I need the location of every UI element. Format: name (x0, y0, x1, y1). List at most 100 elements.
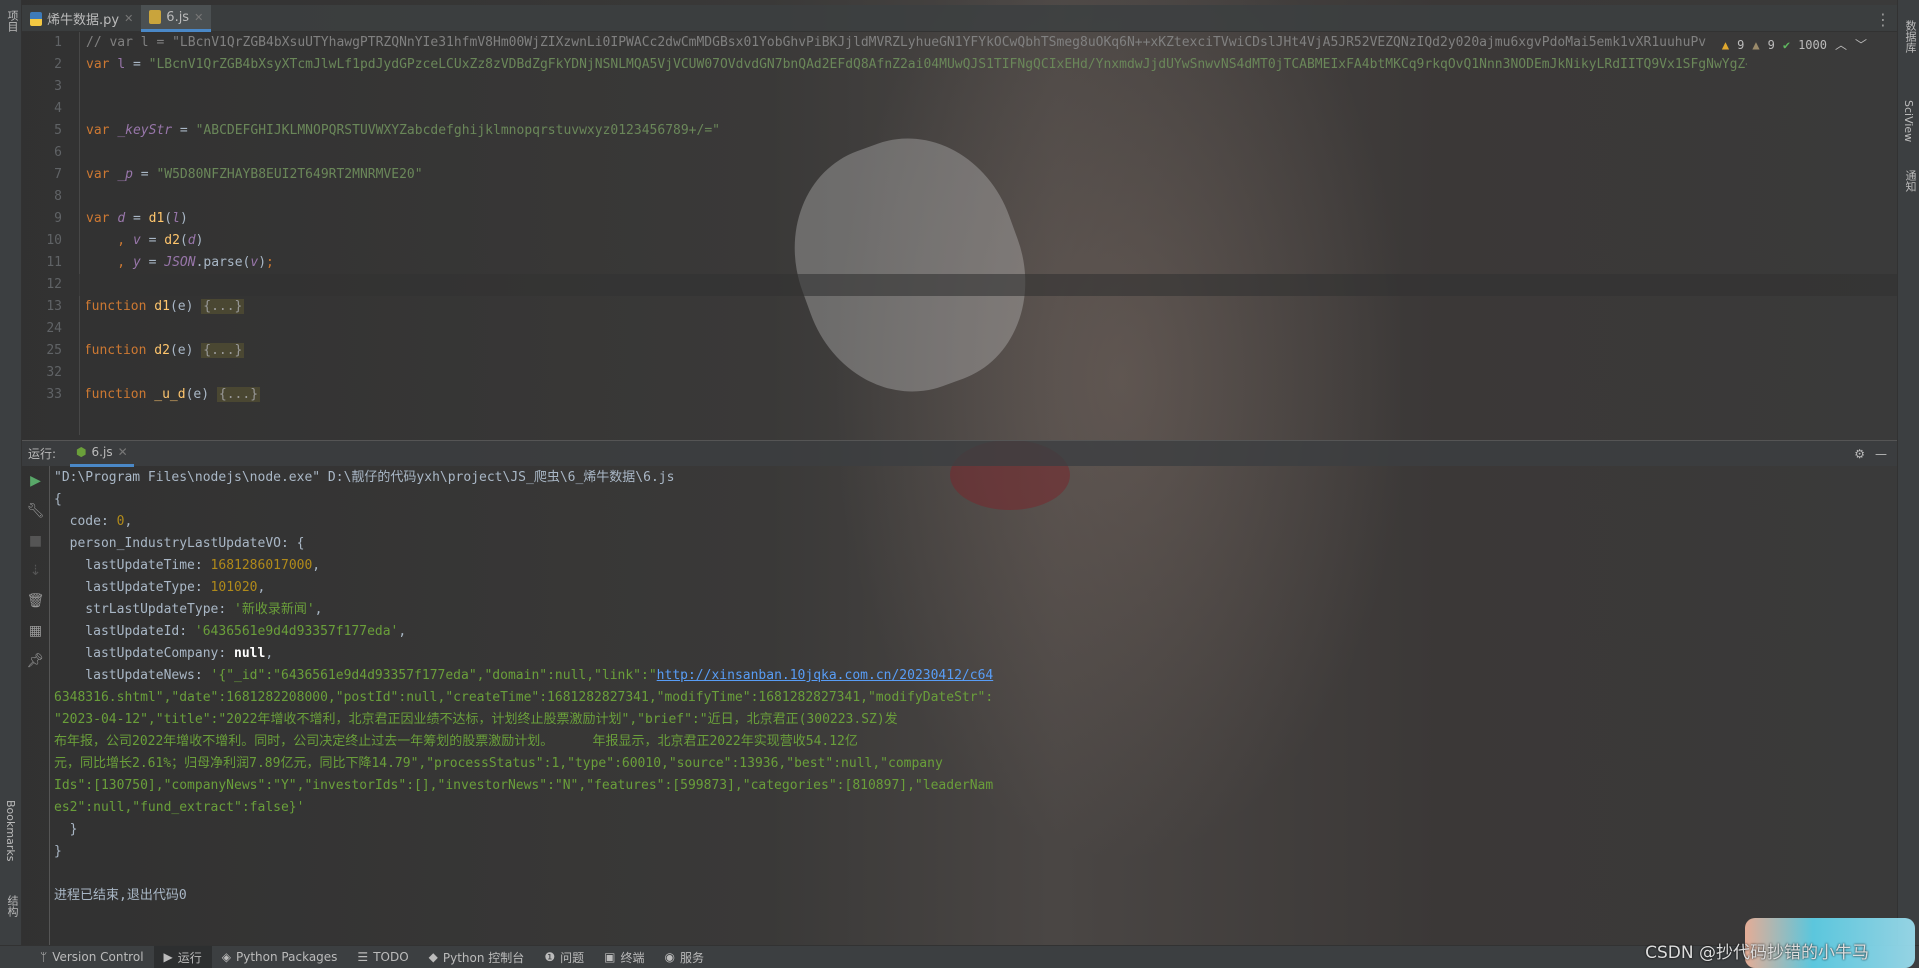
close-icon[interactable]: ✕ (118, 445, 128, 459)
services-icon: ◉ (664, 950, 675, 964)
sciview-tool-button[interactable]: SciView (1902, 100, 1915, 142)
code-line: 5 var _keyStr = "ABCDEFGHIJKLMNOPQRSTUVWX… (22, 120, 1897, 142)
bookmarks-tool-button[interactable]: Bookmarks (4, 800, 17, 861)
line-number: 12 (46, 277, 62, 292)
chevron-down-icon[interactable]: ﹀ (1855, 36, 1867, 53)
line-number: 32 (46, 365, 62, 380)
code-editor[interactable]: 1 // var l = "LBcnV1QrZGB4bXsuUTYhawgPTRZ… (22, 32, 1897, 435)
console-token: , (265, 646, 274, 661)
console-token: 元，同比增长2.61%；归母净利润7.89亿元，同比下降14.79","proc… (54, 756, 943, 771)
line-number: 8 (54, 189, 62, 204)
console-line: code: 0, (54, 511, 1054, 533)
console-line: 布年报，公司2022年增收不增利。同时，公司决定终止过去一年筹划的股票激励计划。… (54, 731, 1054, 753)
tool-window-button[interactable]: ◉ 服务 (654, 946, 714, 968)
tab-6-js[interactable]: 6.js ✕ (141, 5, 212, 32)
code-token: var (86, 123, 118, 138)
code-token: d1 (154, 299, 170, 314)
console-token: null (234, 646, 266, 661)
code-token: ( (179, 233, 188, 248)
tab-xiniu-py[interactable]: 烯牛数据.py ✕ (22, 5, 141, 32)
tool-window-label: Python 控制台 (442, 950, 525, 965)
rerun-icon[interactable]: ▶ (22, 466, 49, 496)
folded-code-block[interactable]: {...} (201, 343, 245, 358)
console-token: , (124, 514, 133, 529)
project-tool-button[interactable]: 项目 (4, 10, 20, 32)
console-line: lastUpdateId: '6436561e9d4d93357f177eda'… (54, 621, 1054, 643)
tool-window-button[interactable]: ☰ TODO (347, 946, 418, 968)
folded-code-block[interactable]: {...} (201, 299, 245, 314)
code-token: d2 (154, 343, 170, 358)
console-token: "D:\Program Files\nodejs\node.exe" D:\靓仔… (54, 470, 675, 485)
tool-window-button[interactable]: ᛘ Version Control (30, 946, 154, 968)
console-token: Ids":[130750],"companyNews":"Y","investo… (54, 778, 994, 793)
code-line: 11 , y = JSON.parse(v); (22, 252, 1897, 274)
more-options-icon[interactable]: ⋮ (1869, 5, 1897, 31)
layout-icon[interactable]: ▦ (22, 616, 49, 646)
csdn-watermark: CSDN @抄代码抄错的小牛马 (1645, 943, 1869, 963)
pin-icon[interactable]: 📌︎ (22, 646, 49, 676)
console-link[interactable]: http://xinsanban.10jqka.com.cn/20230412/… (657, 668, 994, 683)
console-line: } (54, 819, 1054, 841)
folded-code-block[interactable]: {...} (216, 387, 261, 402)
chevron-up-icon[interactable]: ︿ (1835, 36, 1847, 53)
code-token: ) (195, 233, 204, 248)
code-line: 13 ⊞function d1(e) {...} (22, 296, 1897, 318)
code-line: 8 (22, 186, 1897, 208)
line-number: 4 (54, 101, 62, 116)
structure-tool-button[interactable]: 结构 (4, 895, 20, 917)
code-line: 32 (22, 362, 1897, 384)
code-line: 24 (22, 318, 1897, 340)
run-tab-6-js[interactable]: ⬢ 6.js ✕ (70, 441, 134, 467)
code-token: var (86, 211, 118, 226)
inspection-widget[interactable]: ▲ 9 ▲ 9 ✔ 1000 ︿ ﹀ (1722, 36, 1867, 53)
line-number: 6 (54, 145, 62, 160)
code-line: 7 var _p = "W5D80NFZHAYB8EUI2T649RT2MNRMV… (22, 164, 1897, 186)
code-line: 6 (22, 142, 1897, 164)
code-line: 4 (22, 98, 1897, 120)
code-token: .parse( (195, 255, 251, 270)
run-panel-label: 运行: (28, 447, 57, 461)
code-token: (e) (169, 299, 202, 314)
code-token: JSON (164, 255, 196, 270)
problems-icon: ❶ (544, 950, 556, 964)
console-token: person_IndustryLastUpdateVO: { (54, 536, 305, 551)
code-text: var l = "LBcnV1QrZGB4bXsyXTcmJlwLf1pdJyd… (86, 54, 1747, 76)
code-token: y (132, 255, 141, 270)
close-icon[interactable]: ✕ (124, 12, 133, 25)
console-token: '6436561e9d4d93357f177eda' (194, 624, 399, 639)
bottom-tool-bar: ᛘ Version Control ▶ 运行 ◈ Python Packages ☰ TODO… (0, 945, 1919, 968)
console-output[interactable]: "D:\Program Files\nodejs\node.exe" D:\靓仔… (54, 467, 1054, 907)
run-toolbar: ▶ 🔧︎ ■ ⇣ 🗑︎ ▦ 📌︎ (22, 466, 50, 945)
close-icon[interactable]: ✕ (194, 11, 203, 24)
console-line: strLastUpdateType: '新收录新闻', (54, 599, 1054, 621)
console-token: 进程已结束,退出代码0 (54, 888, 187, 903)
console-token: , (314, 602, 323, 617)
database-tool-button[interactable]: 数据库 (1902, 20, 1918, 53)
scroll-to-end-icon[interactable]: ⇣ (22, 556, 49, 586)
tool-window-button[interactable]: ▶ 运行 (153, 945, 212, 968)
tool-window-button[interactable]: ◈ Python Packages (212, 946, 348, 968)
tool-window-button[interactable]: ▣ 终端 (594, 946, 654, 968)
code-token: _keyStr (117, 123, 173, 138)
line-number: 25 (46, 343, 62, 358)
console-line: Ids":[130750],"companyNews":"Y","investo… (54, 775, 1054, 797)
code-text: ⊞function d2(e) {...} (86, 340, 1747, 362)
line-number: 7 (54, 167, 62, 182)
stop-icon[interactable]: ■ (22, 526, 49, 556)
code-token: = (140, 233, 165, 248)
minimize-icon[interactable]: — (1875, 447, 1887, 461)
console-token: lastUpdateNews: (54, 668, 211, 683)
wrench-icon[interactable]: 🔧︎ (22, 496, 49, 526)
tool-window-button[interactable]: ❶ 问题 (534, 946, 594, 968)
console-token: 1681286017000 (210, 558, 313, 573)
tool-window-button[interactable]: ◆ Python 控制台 (419, 946, 535, 968)
code-text: , v = d2(d) (86, 230, 1747, 252)
trash-icon[interactable]: 🗑︎ (22, 586, 49, 616)
code-token: d (117, 211, 126, 226)
terminal-icon: ▣ (604, 950, 616, 964)
code-token: d2 (164, 233, 180, 248)
gear-icon[interactable]: ⚙ (1854, 447, 1865, 461)
nodejs-icon: ⬢ (76, 445, 87, 459)
notifications-tool-button[interactable]: 通知 (1902, 170, 1918, 192)
code-token: "ABCDEFGHIJKLMNOPQRSTUVWXYZabcdefghijklm… (195, 123, 720, 138)
